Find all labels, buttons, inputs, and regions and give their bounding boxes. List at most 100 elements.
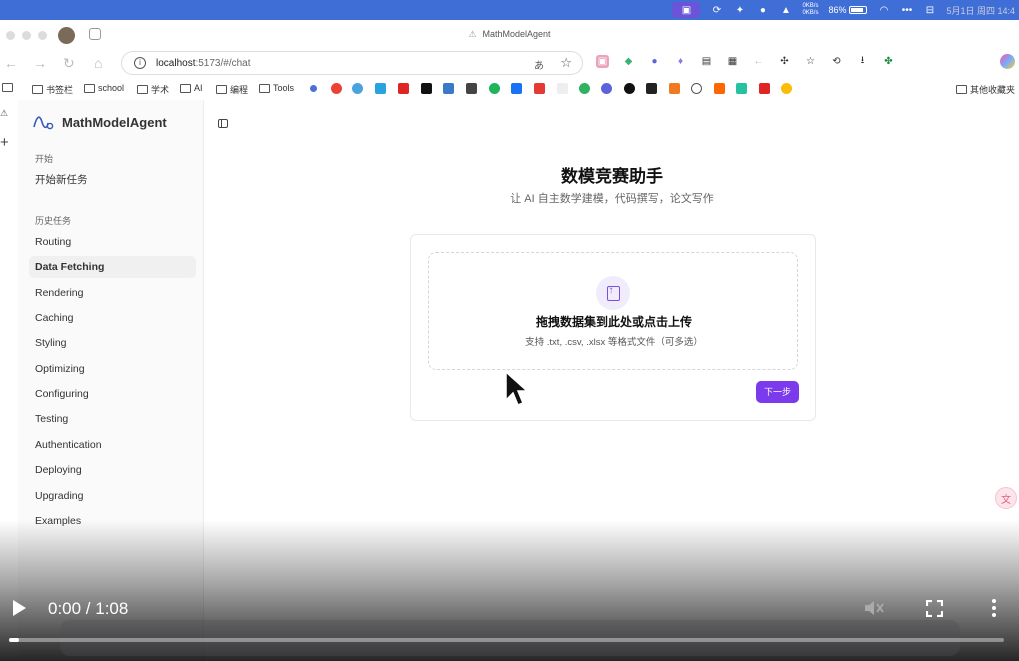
file-upload-icon [606,285,620,301]
extension-wechat-icon[interactable]: ✤ [882,55,895,68]
sidebar-item-routing[interactable]: Routing [29,231,196,253]
battery-icon [849,6,868,14]
sidebar-toggle-icon[interactable] [2,83,13,92]
translate-icon[interactable]: あ [534,57,544,72]
bookmark-app-icon[interactable] [443,83,454,94]
qq-icon[interactable]: ● [756,4,769,17]
history-icon[interactable]: ⟲ [830,55,843,68]
folder-icon [180,83,191,93]
bookmark-orange-icon[interactable] [669,83,680,94]
reload-icon[interactable]: ↻ [63,55,75,72]
home-icon[interactable]: ⌂ [94,55,102,71]
more-dots-icon[interactable]: ••• [900,4,913,17]
bookmark-folder[interactable]: 学术 [137,83,169,96]
tab-favicon-icon[interactable]: ⚠ [0,108,8,119]
back-arrow-icon[interactable]: ← [4,55,18,71]
extension-drop-icon[interactable]: ♦ [674,55,687,68]
bookmark-folder[interactable]: 编程 [216,83,248,96]
screen-record-icon[interactable]: ▣ [672,2,701,18]
tab-favicon-icon: ⚠ [468,29,477,39]
bookmark-teal-icon[interactable] [736,83,747,94]
wifi-icon[interactable]: ◠ [877,4,890,17]
extension-chat-icon[interactable]: ● [648,55,661,68]
mouse-cursor-icon [505,370,528,406]
extension-arrow-icon[interactable]: ← [752,55,765,68]
reading-list-icon[interactable]: ☆ [804,55,817,68]
bookmark-q-icon[interactable] [352,83,363,94]
bookmark-x-icon[interactable] [421,83,432,94]
sidebar-toggle-icon[interactable] [218,119,228,128]
bookmark-folder[interactable]: school [84,83,124,93]
copilot-icon[interactable] [1000,54,1015,69]
bookmark-folder[interactable]: Tools [259,83,294,93]
sidebar-item-configuring[interactable]: Configuring [29,383,196,405]
fullscreen-icon[interactable] [926,600,943,617]
bookmark-book-icon[interactable] [466,83,477,94]
more-options-icon[interactable] [990,598,998,618]
bookmark-google-icon[interactable] [331,83,342,94]
sidebar-item-styling[interactable]: Styling [29,332,196,354]
address-bar-row: ← → ↻ ⌂ i localhost:5173/#/chat あ ☆ ▣ ◆ … [0,48,1019,78]
sidebar-item-data-fetching[interactable]: Data Fetching [29,256,196,278]
extension-chart-icon[interactable]: ▤ [700,55,713,68]
extension-shield-icon[interactable]: ◆ [622,55,635,68]
extensions-puzzle-icon[interactable]: ✣ [778,55,791,68]
next-step-button[interactable]: 下一步 [756,381,799,403]
sidebar-item-upgrading[interactable]: Upgrading [29,485,196,507]
menu-bar-status: ▣ ⟳ ✦ ● ▲ 0KB/s 0KB/s 86% ◠ ••• ⊟ 5月1日 周四… [672,0,1015,20]
bookmark-leaf-icon[interactable] [579,83,590,94]
video-progress-bar[interactable] [9,638,1004,642]
file-dropzone[interactable]: 拖拽数据集到此处或点击上传 支持 .txt, .csv, .xlsx 等格式文件… [428,252,798,370]
app-status-icon[interactable]: ✦ [733,4,746,17]
bookmark-hackernews-icon[interactable] [714,83,725,94]
folder-icon [955,85,967,94]
sync-icon[interactable]: ⟳ [710,4,723,17]
cat-icon[interactable]: ▲ [779,4,792,17]
bookmark-c-icon[interactable] [691,83,702,94]
bookmark-openai-icon[interactable] [624,83,635,94]
bookmark-youtube-icon[interactable] [398,83,409,94]
active-tab[interactable]: ⚠ MathModelAgent [0,29,1019,40]
play-icon[interactable] [10,598,28,618]
bookmark-bilibili-icon[interactable] [375,83,386,94]
download-icon[interactable]: ⭳ [856,55,869,68]
mute-icon[interactable] [862,598,886,618]
bookmark-search-icon[interactable] [310,85,317,92]
bookmark-star-icon[interactable]: ☆ [560,55,572,71]
bookmark-folder[interactable]: AI [180,83,203,93]
extension-grid-icon[interactable]: ▦ [726,55,739,68]
folder-icon [84,83,95,93]
sidebar-item-deploying[interactable]: Deploying [29,459,196,481]
bookmark-zhihu-icon[interactable] [511,83,522,94]
control-center-icon[interactable]: ⊟ [923,4,936,17]
floating-assistant-icon[interactable]: 文 [995,487,1017,509]
bookmark-red-icon[interactable] [534,83,545,94]
forward-arrow-icon[interactable]: → [33,55,47,71]
sidebar-item-optimizing[interactable]: Optimizing [29,358,196,380]
new-task-link[interactable]: 开始新任务 [29,169,196,191]
bookmark-notion-icon[interactable] [646,83,657,94]
clock[interactable]: 5月1日 周四 14:4 [946,4,1015,17]
page-subtitle: 让 AI 自主数学建模，代码撰写，论文写作 [510,193,714,205]
app-logo[interactable]: MathModelAgent [32,113,167,131]
other-bookmarks[interactable]: 其他收藏夹 [955,83,1015,96]
folder-icon [137,85,148,94]
url-text[interactable]: localhost:5173/#/chat [156,58,251,69]
battery-status[interactable]: 86% [828,5,868,15]
app-name: MathModelAgent [62,114,167,130]
extension-image-icon[interactable]: ▣ [596,55,609,68]
new-tab-plus-icon[interactable]: + [0,134,9,151]
bookmark-folder[interactable]: 书签栏 [32,83,73,96]
bookmark-chatgpt-icon[interactable] [489,83,500,94]
bookmark-blank-icon[interactable] [557,83,568,94]
address-bar[interactable]: i localhost:5173/#/chat あ ☆ [121,51,583,75]
bookmark-chrome-icon[interactable] [781,83,792,94]
bookmark-youdao-icon[interactable] [759,83,770,94]
sidebar-item-testing[interactable]: Testing [29,408,196,430]
folder-icon [32,85,43,94]
sidebar-item-rendering[interactable]: Rendering [29,282,196,304]
bookmark-feather-icon[interactable] [601,83,612,94]
site-info-icon[interactable]: i [134,57,146,69]
sidebar-item-caching[interactable]: Caching [29,307,196,329]
sidebar-item-authentication[interactable]: Authentication [29,434,196,456]
